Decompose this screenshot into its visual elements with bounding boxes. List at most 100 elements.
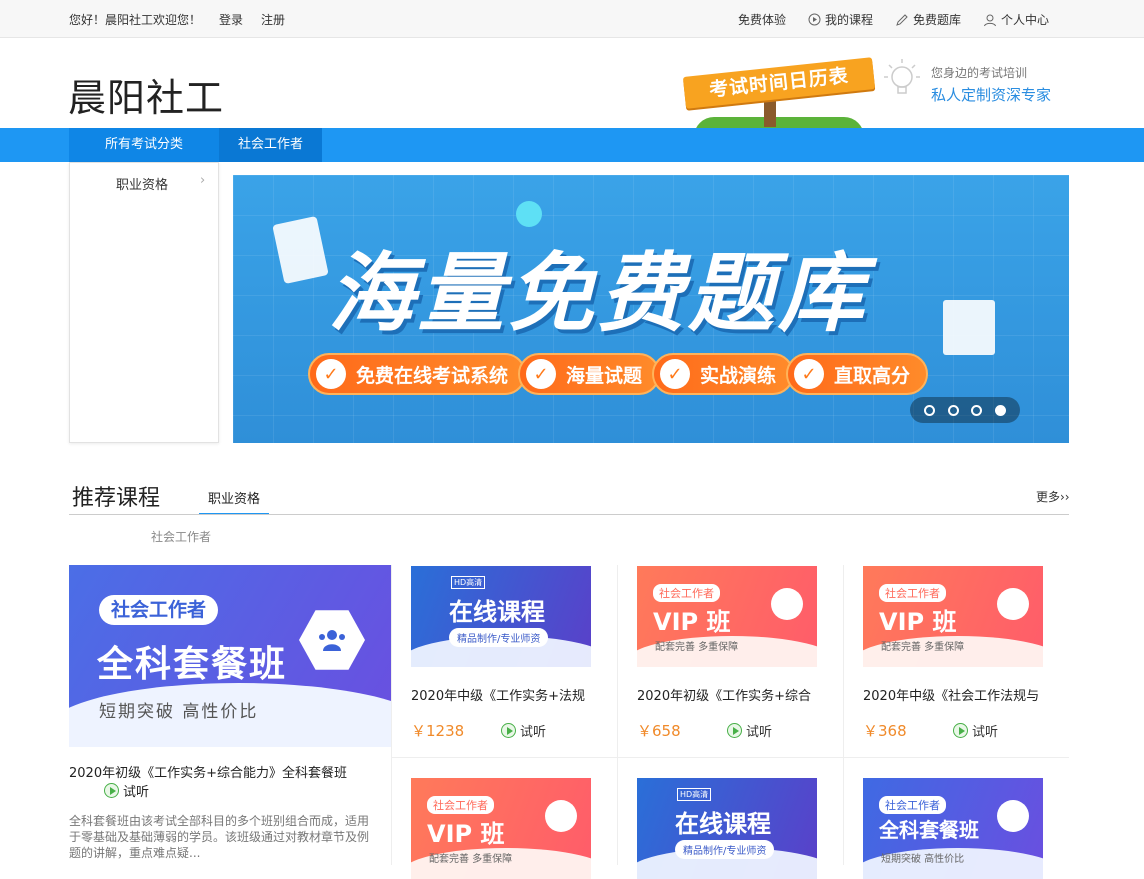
course-card[interactable]: HD高清 在线课程 精品制作/专业师资 2020年中级《工作实务+法规 ￥123…: [411, 566, 593, 741]
hd-badge: HD高清: [451, 576, 486, 589]
pill-label: 免费在线考试系统: [356, 364, 509, 387]
banner-pills: ✓ 免费在线考试系统 ✓ 海量试题 ✓ 实战演练 ✓ 直取高分: [308, 353, 929, 395]
tab-professional[interactable]: 职业资格: [199, 488, 269, 515]
check-icon: ✓: [660, 359, 691, 389]
trial-label: 试听: [746, 725, 773, 740]
vip-users-icon: [997, 588, 1029, 620]
section-title: 推荐课程: [72, 486, 161, 511]
lightbulb-icon: [884, 59, 920, 94]
top-bar: 您好！晨阳社工欢迎您！ 登录 注册 免费体验 我的课程 免费题库 个人中心: [0, 0, 1144, 38]
site-header: 晨阳社工 考试时间日历表 您身边的考试培训 私人定制资深专家: [0, 39, 1144, 137]
vip-users-icon: [771, 588, 803, 620]
course-image-caption: 短期突破 高性价比: [881, 854, 965, 865]
course-card[interactable]: 社会工作者 VIP 班 配套完善 多重保障: [411, 778, 593, 879]
personal-center-label: 个人中心: [1000, 13, 1049, 27]
group-users-icon: [299, 610, 365, 670]
featured-badge: 社会工作者: [99, 595, 219, 625]
section-divider: [69, 514, 1069, 515]
personal-center-link[interactable]: 个人中心: [983, 11, 1049, 28]
featured-course-title[interactable]: 2020年初级《工作实务+综合能力》全科套餐班: [69, 762, 347, 781]
play-icon: [501, 723, 516, 738]
grid-divider: [843, 565, 844, 865]
featured-course-image[interactable]: 社会工作者 全科套餐班 短期突破 高性价比: [69, 565, 391, 747]
course-image-title: 在线课程: [675, 810, 771, 838]
free-questions-link[interactable]: 免费题库: [895, 11, 961, 28]
register-link[interactable]: 注册: [261, 11, 285, 28]
pill-label: 实战演练: [700, 364, 777, 387]
trial-label: 试听: [123, 785, 150, 800]
group-users-icon: [997, 800, 1029, 832]
my-courses-link[interactable]: 我的课程: [808, 11, 873, 28]
course-image-caption: 精品制作/专业师资: [449, 628, 549, 647]
grid-divider: [617, 565, 618, 865]
banner-pill: ✓ 实战演练: [652, 353, 795, 395]
site-logo[interactable]: 晨阳社工: [68, 67, 224, 122]
course-image-badge: 社会工作者: [427, 796, 494, 814]
trial-button[interactable]: 试听: [501, 721, 546, 740]
course-title[interactable]: 2020年初级《工作实务+综合: [637, 685, 823, 704]
carousel-dot-4[interactable]: [994, 404, 1006, 416]
course-image[interactable]: 社会工作者 VIP 班 配套完善 多重保障: [411, 778, 591, 879]
play-icon: [104, 783, 119, 798]
exam-calendar-sign[interactable]: 考试时间日历表: [682, 57, 884, 137]
course-price: ￥658: [637, 722, 681, 740]
grid-divider: [391, 757, 1069, 758]
course-image[interactable]: 社会工作者 VIP 班 配套完善 多重保障: [637, 566, 817, 667]
grid-divider: [391, 565, 392, 865]
check-icon: ✓: [526, 359, 557, 389]
trial-button[interactable]: 试听: [727, 721, 772, 740]
course-image-badge: 社会工作者: [879, 796, 946, 814]
subcategory-link[interactable]: 社会工作者: [151, 528, 211, 545]
category-label: 职业资格: [116, 178, 169, 193]
hero-banner[interactable]: 海量免费题库 ✓ 免费在线考试系统 ✓ 海量试题 ✓ 实战演练 ✓ 直取高分: [233, 175, 1069, 443]
nav-tab-social-worker[interactable]: 社会工作者: [219, 128, 322, 162]
pencil-icon: [896, 13, 908, 26]
course-image-badge: 社会工作者: [653, 584, 720, 602]
course-image[interactable]: HD高清 在线课程 精品制作/专业师资: [411, 566, 591, 667]
greeting-text: 您好！晨阳社工欢迎您！: [69, 13, 202, 27]
carousel-dot-3[interactable]: [971, 404, 983, 416]
all-categories-button[interactable]: 所有考试分类: [69, 128, 219, 162]
course-title[interactable]: 2020年中级《社会工作法规与: [863, 685, 1049, 704]
category-item-professional[interactable]: 职业资格 ›: [70, 173, 218, 195]
course-title[interactable]: 2020年中级《工作实务+法规: [411, 685, 597, 704]
course-price: ￥1238: [411, 722, 465, 740]
course-image-title: VIP 班: [427, 820, 505, 848]
course-image-title: VIP 班: [653, 608, 731, 636]
user-icon: [983, 14, 996, 26]
free-trial-label: 免费体验: [737, 13, 786, 27]
check-icon: ✓: [316, 359, 346, 389]
course-price: ￥368: [863, 722, 907, 740]
featured-small-text: 短期突破 高性价比: [99, 702, 259, 722]
course-card[interactable]: 社会工作者 VIP 班 配套完善 多重保障 2020年中级《社会工作法规与 ￥3…: [863, 566, 1045, 741]
carousel-dot-2[interactable]: [947, 404, 959, 416]
course-image[interactable]: HD高清 在线课程 精品制作/专业师资: [637, 778, 817, 879]
trial-button[interactable]: 试听: [953, 721, 998, 740]
check-icon: ✓: [794, 359, 825, 389]
more-link[interactable]: 更多››: [1036, 488, 1070, 505]
course-image[interactable]: 社会工作者 全科套餐班 短期突破 高性价比: [863, 778, 1043, 879]
trial-label: 试听: [520, 725, 547, 740]
course-card[interactable]: 社会工作者 全科套餐班 短期突破 高性价比: [863, 778, 1045, 879]
course-card[interactable]: HD高清 在线课程 精品制作/专业师资: [637, 778, 819, 879]
pill-label: 海量试题: [566, 364, 643, 387]
play-icon: [727, 723, 742, 738]
featured-trial-button[interactable]: 试听: [104, 781, 149, 800]
vip-users-icon: [545, 800, 577, 832]
login-link[interactable]: 登录: [219, 11, 243, 28]
trial-label: 试听: [972, 725, 999, 740]
course-image-caption: 配套完善 多重保障: [655, 642, 739, 653]
my-courses-label: 我的课程: [824, 13, 873, 27]
hd-badge: HD高清: [677, 788, 712, 801]
course-card[interactable]: 社会工作者 VIP 班 配套完善 多重保障 2020年初级《工作实务+综合 ￥6…: [637, 566, 819, 741]
course-image[interactable]: 社会工作者 VIP 班 配套完善 多重保障: [863, 566, 1043, 667]
course-image-title: 在线课程: [449, 598, 545, 626]
chevron-right-icon: ›: [200, 173, 206, 188]
featured-big-text: 全科套餐班: [97, 644, 288, 685]
course-image-caption: 配套完善 多重保障: [429, 854, 513, 865]
slogan-small: 您身边的考试培训: [931, 66, 1028, 80]
free-trial-link[interactable]: 免费体验: [738, 11, 786, 28]
play-circle-icon: [808, 13, 821, 26]
banner-pill: ✓ 海量试题: [518, 353, 661, 395]
carousel-dot-1[interactable]: [924, 404, 936, 416]
